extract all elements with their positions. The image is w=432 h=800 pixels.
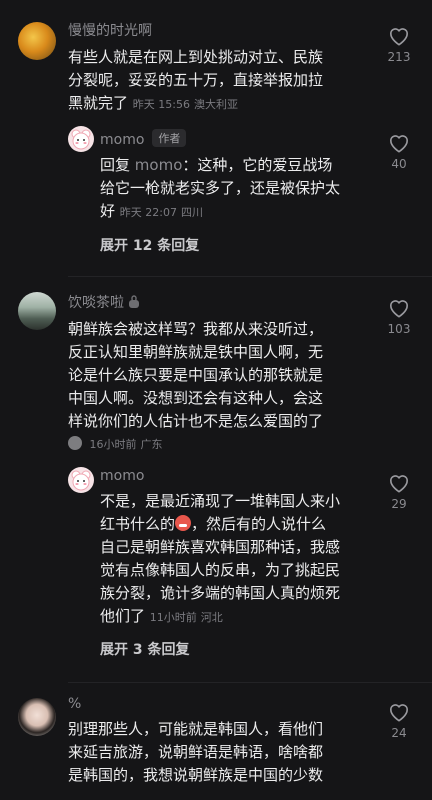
- comment-username[interactable]: 饮啖茶啦: [68, 292, 140, 312]
- shocked-emoji-icon: [175, 515, 192, 531]
- heart-outline-icon: [390, 300, 408, 318]
- comment-text: 有些人就是在网上到处挑动对立、民族 分裂呢，妥妥的五十万，直接举报加拉 黑就完了…: [68, 48, 324, 112]
- reply-avatar[interactable]: [68, 467, 94, 493]
- comment-1: 慢慢的时光啊 有些人就是在网上到处挑动对立、民族 分裂呢，妥妥的五十万，直接举报…: [0, 0, 432, 270]
- heart-outline-icon: [390, 475, 408, 493]
- like-count: 103: [387, 322, 411, 336]
- expand-replies[interactable]: 展开 12 条回复: [100, 235, 199, 255]
- comment-text: 朝鲜族会被这样骂？我都从来没听过， 反正认知里朝鲜族就是铁中国人啊，无 论是什么…: [68, 320, 324, 430]
- comment-meta: 16小时前 广东: [68, 436, 163, 452]
- reply-username[interactable]: momo: [100, 468, 144, 484]
- heart-outline-icon: [390, 135, 408, 153]
- reply-like-button[interactable]: 29: [384, 473, 414, 511]
- author-badge: 作者: [152, 129, 187, 147]
- comment-2: 饮啖茶啦 朝鲜族会被这样骂？我都从来没听过， 反正认知里朝鲜族就是铁中国人啊，无…: [0, 280, 432, 670]
- reply-like-button[interactable]: 40: [384, 133, 414, 171]
- avatar[interactable]: [18, 22, 56, 60]
- like-count: 29: [391, 497, 407, 511]
- comment-3: % 别理那些人，可能就是韩国人，看他们 来延吉旅游，说朝鲜语是韩语，啥啥都 是韩…: [0, 686, 432, 800]
- bear-icon: [71, 470, 91, 491]
- divider: [68, 276, 432, 277]
- bear-icon: [71, 129, 91, 150]
- like-button[interactable]: 24: [384, 702, 414, 740]
- lock-badge-icon: [129, 295, 140, 308]
- like-count: 213: [387, 50, 411, 64]
- avatar[interactable]: [18, 698, 56, 736]
- comment-username[interactable]: 慢慢的时光啊: [68, 20, 152, 40]
- like-button[interactable]: 103: [384, 298, 414, 336]
- divider: [68, 682, 432, 683]
- like-button[interactable]: 213: [384, 26, 414, 64]
- comment-username[interactable]: %: [68, 696, 81, 712]
- reply-text: 回复 momo：这种，它的爱豆战场 给它一枪就老实多了，还是被保护太 好 昨天 …: [100, 156, 341, 220]
- avatar[interactable]: [18, 292, 56, 330]
- like-count: 40: [391, 157, 407, 171]
- expand-replies[interactable]: 展开 3 条回复: [100, 639, 190, 659]
- comment-text: 别理那些人，可能就是韩国人，看他们 来延吉旅游，说朝鲜语是韩语，啥啥都 是韩国的…: [68, 720, 324, 784]
- emoji-icon: [68, 436, 82, 450]
- reply-username[interactable]: momo 作者: [100, 129, 187, 148]
- reply-text: 不是，是最近涌现了一堆韩国人来小 红书什么的 ，然后有的人说什么 自己是朝鲜族喜欢…: [100, 492, 341, 625]
- reply-avatar[interactable]: [68, 126, 94, 152]
- heart-outline-icon: [390, 704, 408, 722]
- like-count: 24: [391, 726, 407, 740]
- heart-outline-icon: [390, 28, 408, 46]
